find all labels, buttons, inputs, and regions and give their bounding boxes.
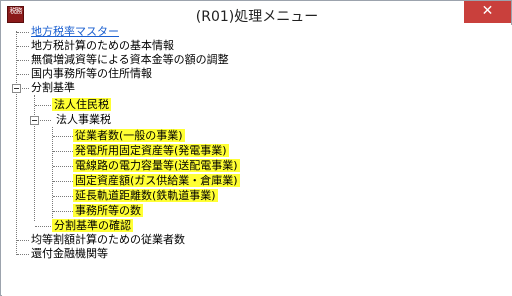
tree-connector — [17, 32, 29, 33]
tree-connector — [40, 120, 51, 121]
tree-item-capital-adjustment[interactable]: 無償増減資等による資本金等の額の調整 — [31, 53, 229, 67]
tree-item-corporate-inhabitant-tax[interactable]: 法人住民税 — [52, 98, 111, 112]
tree-connector — [17, 46, 29, 47]
tree-item-label: 発電所用固定資産等(発電事業) — [73, 144, 229, 157]
tree-connector — [53, 151, 73, 152]
tree-connector — [53, 211, 73, 212]
tree-item-label: 延長軌道距離数(鉄軌道事業) — [73, 189, 218, 202]
tree-connector — [17, 60, 29, 61]
tree-item-label: 法人住民税 — [52, 98, 111, 111]
tree-item-corporate-enterprise-tax[interactable]: 法人事業税 — [56, 113, 111, 127]
tree-item-office-address[interactable]: 国内事務所等の住所情報 — [31, 67, 152, 81]
tree-item-power-plant-assets[interactable]: 発電所用固定資産等(発電事業) — [73, 144, 229, 158]
window-title: (R01)処理メニュー — [195, 9, 319, 25]
tree-connector — [16, 31, 17, 255]
tree-connector — [52, 127, 53, 222]
tree-item-local-tax-rate-master[interactable]: 地方税率マスター — [31, 25, 119, 39]
tree-connector — [35, 105, 51, 106]
tree-item-label: 従業者数(一般の事業) — [73, 129, 185, 142]
tree-item-basic-info[interactable]: 地方税計算のための基本情報 — [31, 39, 174, 53]
tree-connector — [53, 181, 73, 182]
tree-item-fixed-assets-gas-warehouse[interactable]: 固定資産額(ガス供給業・倉庫業) — [73, 174, 240, 188]
tree-connector — [17, 240, 29, 241]
tree-connector — [17, 74, 29, 75]
collapse-toggle-icon[interactable] — [12, 84, 21, 93]
tree-connector — [22, 88, 29, 89]
tree-connector — [53, 166, 73, 167]
tree-item-label: 電線路の電力容量等(送配電事業) — [73, 159, 240, 172]
tree-item-power-line-capacity[interactable]: 電線路の電力容量等(送配電事業) — [73, 159, 240, 173]
tree-item-employees-general[interactable]: 従業者数(一般の事業) — [73, 129, 185, 143]
tree-item-label: 事務所等の数 — [73, 204, 143, 217]
tree-item-refund-institutions[interactable]: 還付金融機関等 — [31, 247, 108, 261]
tree-connector — [17, 254, 29, 255]
menu-tree: 地方税率マスター 地方税計算のための基本情報 無償増減資等による資本金等の額の調… — [2, 25, 512, 296]
tree-connector — [35, 226, 51, 227]
tree-item-allocation-check[interactable]: 分割基準の確認 — [52, 219, 133, 233]
processing-menu-window: 税務 (R01)処理メニュー ✕ 地方税率マスター 地方税計算のための基本情報 … — [0, 0, 512, 296]
tree-item-allocation-basis[interactable]: 分割基準 — [31, 81, 75, 95]
tree-item-office-count[interactable]: 事務所等の数 — [73, 204, 143, 218]
tree-connector — [53, 136, 73, 137]
tree-connector — [34, 95, 35, 221]
tree-item-label: 分割基準の確認 — [52, 219, 133, 232]
collapse-toggle-icon[interactable] — [30, 116, 39, 125]
tree-item-per-capita-employees[interactable]: 均等割額計算のための従業者数 — [31, 233, 185, 247]
close-button[interactable]: ✕ — [464, 1, 511, 23]
tree-item-track-distance[interactable]: 延長軌道距離数(鉄軌道事業) — [73, 189, 218, 203]
tree-item-label: 固定資産額(ガス供給業・倉庫業) — [73, 174, 240, 187]
tree-connector — [53, 196, 73, 197]
